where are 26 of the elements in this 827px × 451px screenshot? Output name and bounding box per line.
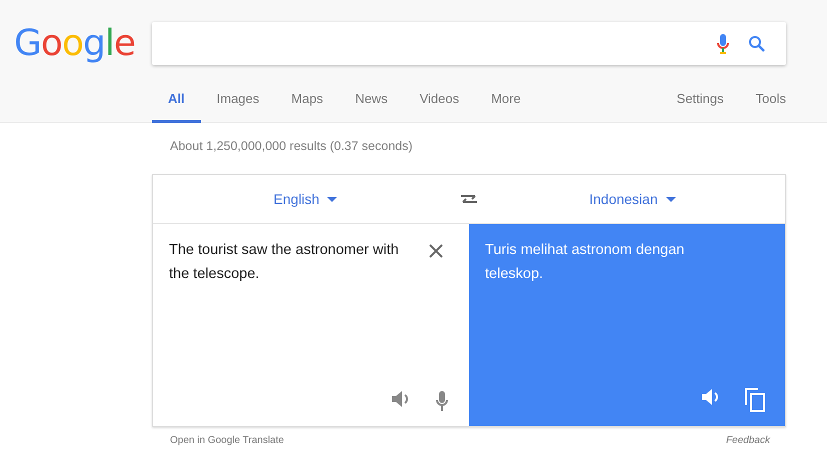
source-language-dropdown[interactable]: English xyxy=(268,190,344,208)
open-translate-link[interactable]: Open in Google Translate xyxy=(170,435,284,446)
result-stats: About 1,250,000,000 results (0.37 seconds) xyxy=(170,139,414,153)
feedback-link[interactable]: Feedback xyxy=(726,435,770,446)
search-field[interactable] xyxy=(152,22,786,65)
close-icon[interactable] xyxy=(429,244,443,258)
microphone-icon[interactable] xyxy=(435,390,449,412)
source-text[interactable]: The tourist saw the astronomer with the telescope. xyxy=(169,238,409,286)
nav-tab[interactable]: Images xyxy=(200,77,276,123)
nav-tab[interactable]: More xyxy=(475,77,537,123)
caret-icon xyxy=(666,196,676,202)
search-icon[interactable] xyxy=(748,34,766,52)
microphone-icon[interactable] xyxy=(716,32,730,54)
speaker-icon[interactable] xyxy=(701,388,721,406)
nav-link[interactable]: Settings xyxy=(644,77,724,123)
nav-link[interactable]: Tools xyxy=(724,77,786,123)
translated-text: Turis melihat astronom dengan teleskop. xyxy=(485,241,686,284)
copy-icon[interactable] xyxy=(745,388,765,412)
target-language-dropdown[interactable]: Indonesian xyxy=(583,190,682,208)
nav-tab[interactable]: Maps xyxy=(275,77,340,123)
caret-icon xyxy=(327,196,338,202)
nav-tab[interactable]: News xyxy=(339,77,404,123)
speaker-icon[interactable] xyxy=(391,390,411,408)
nav-tab[interactable]: All xyxy=(152,77,201,123)
nav-tab[interactable]: Videos xyxy=(404,77,476,123)
logo[interactable]: Google xyxy=(0,22,152,65)
